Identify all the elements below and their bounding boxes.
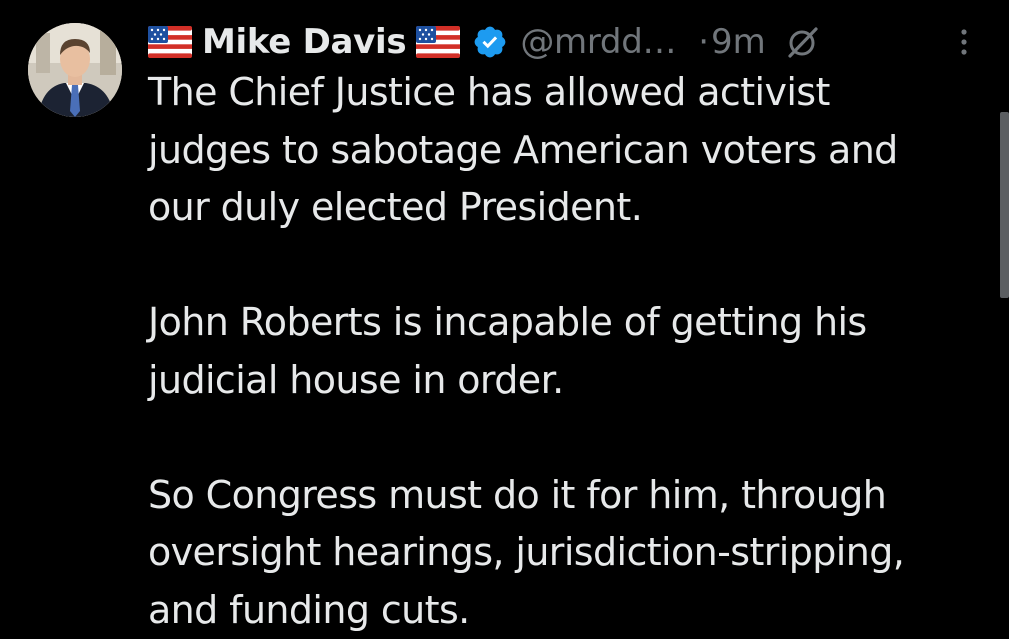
more-options-icon[interactable] bbox=[952, 24, 976, 60]
tweet-paragraph: John Roberts is incapable of getting his… bbox=[148, 294, 978, 409]
timestamp[interactable]: 9m bbox=[711, 22, 766, 62]
us-flag-icon bbox=[416, 26, 460, 58]
avatar[interactable] bbox=[28, 23, 122, 117]
avatar-photo bbox=[28, 23, 122, 117]
separator-dot: · bbox=[698, 22, 709, 62]
scrollbar[interactable] bbox=[1000, 112, 1009, 298]
tweet-card[interactable]: Mike Davis bbox=[0, 0, 1009, 635]
verified-badge-icon[interactable] bbox=[472, 24, 508, 60]
tweet-text: The Chief Justice has allowed activist j… bbox=[148, 64, 978, 639]
us-flag-icon bbox=[148, 26, 192, 58]
tweet-paragraph: The Chief Justice has allowed activist j… bbox=[148, 64, 978, 237]
author-display-name[interactable]: Mike Davis bbox=[202, 22, 406, 62]
author-handle[interactable]: @mrdd… bbox=[520, 22, 676, 62]
tweet-header: Mike Davis bbox=[148, 14, 820, 70]
grok-icon[interactable] bbox=[786, 25, 820, 59]
tweet-paragraph: So Congress must do it for him, through … bbox=[148, 467, 978, 639]
